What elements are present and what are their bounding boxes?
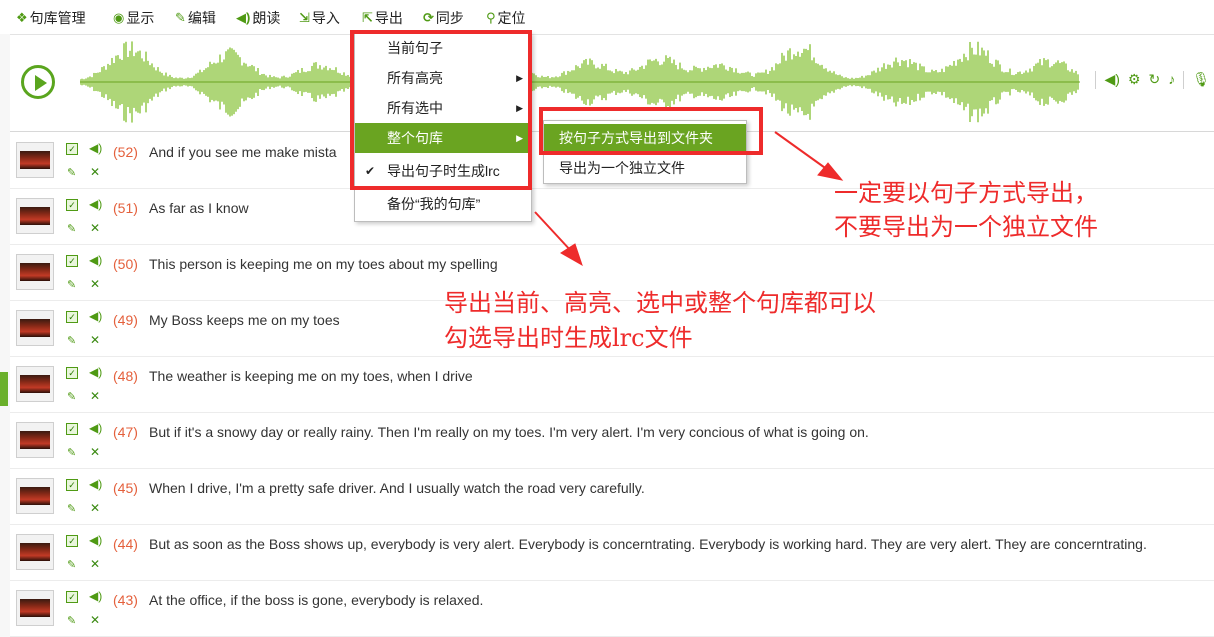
annotation-center-line-1: 导出当前、高亮、选中或整个句库都可以 [444,289,876,317]
annotation-center-line-2: 勾选导出时生成lrc文件 [444,324,693,352]
arrow-line-center [534,211,573,253]
arrow-head-center [560,243,583,267]
annotation-right-line-1: 一定要以句子方式导出， [834,179,1098,207]
annotation-right-line-2: 不要导出为一个独立文件 [834,213,1098,241]
arrow-line-right [774,131,829,171]
